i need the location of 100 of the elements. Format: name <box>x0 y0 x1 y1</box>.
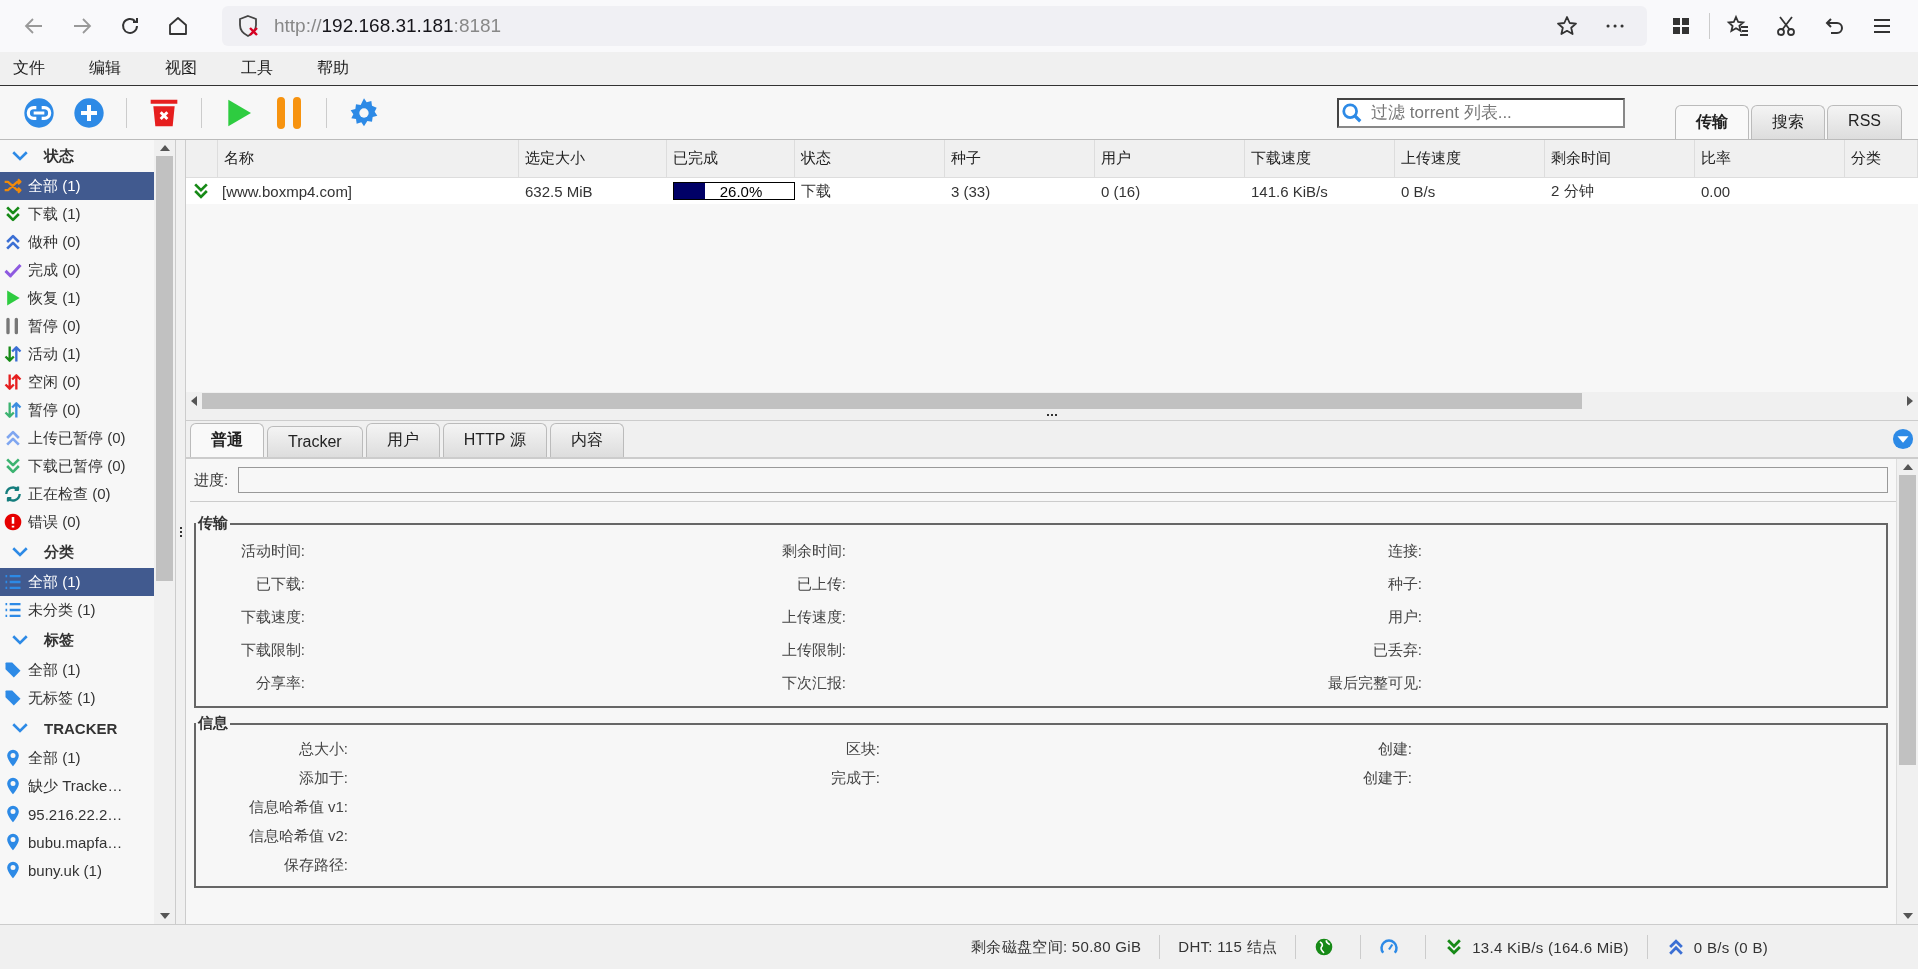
up-down-arrows-icon <box>3 400 23 420</box>
filter-item[interactable]: 空闲 (0) <box>0 368 154 396</box>
field-label: 进度: <box>194 470 229 490</box>
up-down-arrows-icon <box>3 372 23 392</box>
scrollbar-thumb[interactable] <box>156 156 173 581</box>
field-label: 连接: <box>1386 542 1422 561</box>
list-icon <box>3 600 23 620</box>
error-icon <box>3 512 23 532</box>
filter-item[interactable]: 正在检查 (0) <box>0 480 154 508</box>
field-label: 添加于: <box>297 769 348 788</box>
favorites-icon[interactable] <box>1726 14 1750 38</box>
home-icon[interactable] <box>166 14 190 38</box>
free-space-text: 剩余磁盘空间: 50.80 GiB <box>971 937 1142 957</box>
field-label: 种子: <box>1386 575 1422 594</box>
section-title: 分类 <box>44 542 74 562</box>
filter-item[interactable]: bubu.mapfa… <box>0 828 154 856</box>
filter-item[interactable]: buny.uk (1) <box>0 856 154 884</box>
filter-item[interactable]: 下载 (1) <box>0 200 154 228</box>
progress-text: 26.0% <box>718 182 763 200</box>
filter-item[interactable]: 暂停 (0) <box>0 312 154 340</box>
section-title: TRACKER <box>44 719 118 737</box>
menu-item[interactable]: 视图 <box>158 58 204 79</box>
panel-title: 传输 <box>196 514 229 533</box>
scrollbar[interactable] <box>1896 459 1918 924</box>
add-icon[interactable] <box>73 96 105 129</box>
link-icon[interactable] <box>23 96 55 129</box>
field-label: 剩余时间: <box>780 542 846 561</box>
field-label: 活动时间: <box>239 542 305 561</box>
table-cell-text: 2 分钟 <box>1550 180 1595 201</box>
field-label: 下载限制: <box>239 641 305 660</box>
filter-item[interactable]: 错误 (0) <box>0 508 154 536</box>
tab[interactable]: 传输 <box>1675 105 1750 139</box>
scrollbar[interactable] <box>186 392 1918 410</box>
table-cell-text: [www.boxmp4.com] <box>221 181 354 202</box>
field-label: 总大小: <box>297 740 348 759</box>
splitter-grip-icon[interactable] <box>178 526 183 538</box>
section-title: 状态 <box>44 146 74 166</box>
section-title: 标签 <box>44 630 74 650</box>
tab[interactable]: 搜索 <box>1751 105 1826 139</box>
field-label: 信息哈希值 v1: <box>247 798 348 817</box>
filter-item[interactable]: 恢复 (1) <box>0 284 154 312</box>
filter-item[interactable]: 全部 (1) <box>0 568 154 596</box>
field-label: 创建: <box>1376 740 1412 759</box>
filter-item[interactable]: 上传已暂停 (0) <box>0 424 154 452</box>
field-label: 信息哈希值 v2: <box>247 827 348 846</box>
field-label: 已上传: <box>795 575 846 594</box>
field-label: 保存路径: <box>282 856 348 875</box>
field-label: 完成于: <box>829 769 880 788</box>
table-cell-text: 0.00 <box>1700 181 1732 202</box>
dht-text: DHT: 115 结点 <box>1178 937 1278 957</box>
table-cell-text: 0 B/s <box>1400 181 1437 202</box>
tag-icon <box>3 660 23 680</box>
filter-item[interactable]: 缺少 Tracke… <box>0 772 154 800</box>
filter-field[interactable]: 过滤 torrent 列表... <box>1337 97 1626 128</box>
filter-item[interactable]: 95.216.22.2… <box>0 800 154 828</box>
search-icon <box>1341 101 1364 124</box>
splitter-grip-icon[interactable] <box>1046 413 1058 417</box>
filter-item[interactable]: 全部 (1) <box>0 172 154 200</box>
table-cell-text: 3 (33) <box>950 181 992 202</box>
scrollbar-thumb[interactable] <box>1899 475 1916 765</box>
globe-icon[interactable] <box>1314 937 1335 957</box>
menu-item[interactable]: 文件 <box>6 58 52 79</box>
scrollbar[interactable] <box>154 140 175 924</box>
scissors-icon[interactable] <box>1774 14 1798 38</box>
field-label: 创建于: <box>1361 769 1412 788</box>
filter-item[interactable]: 完成 (0) <box>0 256 154 284</box>
settings-icon[interactable] <box>348 96 380 129</box>
filter-item[interactable]: 全部 (1) <box>0 656 154 684</box>
menu-item[interactable]: 编辑 <box>82 58 128 79</box>
upload-speed-text: 0 B/s (0 B) <box>1693 938 1768 956</box>
collapse-icon[interactable] <box>1892 428 1914 450</box>
filter-item[interactable]: 未分类 (1) <box>0 596 154 624</box>
tab[interactable]: HTTP 源 <box>442 423 547 457</box>
tab[interactable]: 用户 <box>365 423 440 457</box>
field-label: 最后完整可见: <box>1326 674 1422 693</box>
shield-warning-icon[interactable] <box>236 14 260 38</box>
star-icon[interactable] <box>1555 14 1579 38</box>
filter-item[interactable]: 暂停 (0) <box>0 396 154 424</box>
address-bar[interactable]: http://192.168.31.181:8181 <box>222 6 1647 46</box>
filter-item[interactable]: 做种 (0) <box>0 228 154 256</box>
tab[interactable]: Tracker <box>267 426 363 457</box>
filter-item[interactable]: 全部 (1) <box>0 744 154 772</box>
scrollbar-thumb[interactable] <box>202 393 1582 409</box>
tab[interactable]: 普通 <box>190 423 264 457</box>
tag-icon <box>3 688 23 708</box>
tab[interactable]: 内容 <box>549 423 624 457</box>
field-label: 下次汇报: <box>780 674 846 693</box>
filter-item[interactable]: 活动 (1) <box>0 340 154 368</box>
field-label: 用户: <box>1386 608 1422 627</box>
double-chevron-down-icon <box>3 456 23 476</box>
tab[interactable]: RSS <box>1827 105 1902 139</box>
table-cell-text: 632.5 MiB <box>524 181 594 202</box>
menu-item[interactable]: 工具 <box>234 58 280 79</box>
filter-item[interactable]: 下载已暂停 (0) <box>0 452 154 480</box>
filter-item[interactable]: 无标签 (1) <box>0 684 154 712</box>
menu-item[interactable]: 帮助 <box>310 58 356 79</box>
table-cell-text: 0 (16) <box>1100 181 1142 202</box>
field-label: 下载速度: <box>239 608 305 627</box>
table-cell-text: 141.6 KiB/s <box>1250 181 1329 202</box>
field-label: 分享率: <box>254 674 305 693</box>
